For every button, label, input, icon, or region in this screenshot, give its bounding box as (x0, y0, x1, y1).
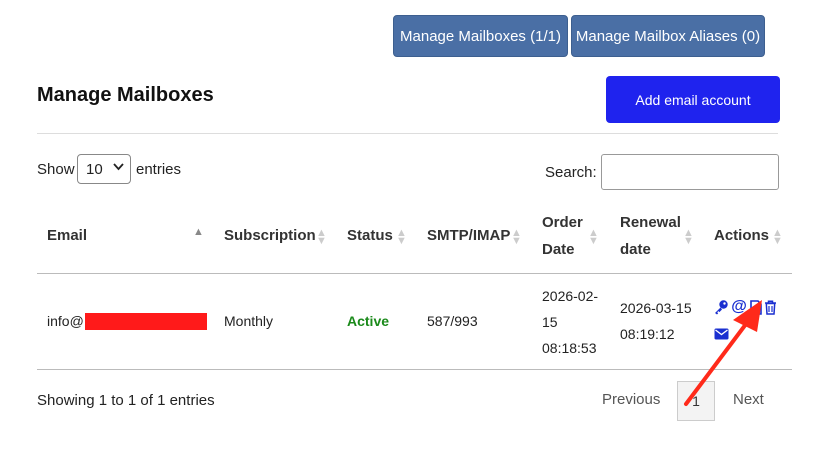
row-order-date-line2: 15 (542, 314, 558, 330)
envelope-icon[interactable] (713, 327, 729, 341)
header-subscription[interactable]: Subscription (224, 222, 316, 249)
table-header-divider (37, 273, 792, 274)
sort-icon[interactable]: ▲ ▼ (683, 228, 694, 247)
chevron-down-icon (113, 163, 124, 174)
row-status-badge: Active (347, 313, 390, 329)
search-label: Search: (545, 164, 597, 181)
row-order-date-line1: 2026-02- (542, 288, 599, 304)
row-order-time: 08:18:53 (542, 340, 597, 356)
row-smtp-imap: 587/993 (427, 313, 478, 329)
entries-select[interactable]: 10 (77, 154, 131, 184)
header-renewal-date-line2[interactable]: date (620, 236, 651, 263)
header-actions: Actions (714, 227, 770, 244)
search-input[interactable] (601, 154, 779, 190)
sort-icon[interactable]: ▲ ▼ (396, 228, 407, 247)
row-renewal-time: 08:19:12 (620, 326, 675, 342)
entries-select-value: 10 (86, 160, 103, 178)
header-smtp-imap[interactable]: SMTP/IMAP (427, 222, 510, 249)
entries-label: entries (136, 161, 182, 178)
section-title: Manage Mailboxes (37, 84, 214, 106)
sort-asc-icon[interactable]: ▲ (193, 227, 204, 238)
table-bottom-divider (37, 369, 792, 370)
pagination-info: Showing 1 to 1 of 1 entries (37, 392, 215, 409)
trash-icon[interactable] (763, 299, 777, 315)
header-email[interactable]: Email (47, 222, 87, 249)
page-1-button[interactable]: 1 (677, 381, 715, 421)
show-label: Show (37, 161, 75, 178)
next-page-button[interactable]: Next (733, 391, 764, 408)
previous-page-button[interactable]: Previous (602, 391, 660, 408)
sort-icon[interactable]: ▲ ▼ (316, 228, 327, 247)
at-icon[interactable]: @ (731, 298, 747, 316)
row-email: info@ (47, 313, 84, 329)
header-renewal-date-line1[interactable]: Renewal (620, 209, 681, 236)
manage-mailboxes-button[interactable]: Manage Mailboxes (1/1) (393, 15, 568, 57)
sort-icon[interactable]: ▲ ▼ (511, 228, 522, 247)
sort-icon: ▲ ▼ (772, 227, 783, 247)
manage-mailbox-aliases-button[interactable]: Manage Mailbox Aliases (0) (571, 15, 765, 57)
row-renewal-date: 2026-03-15 (620, 300, 692, 316)
header-order-date-line1[interactable]: Order (542, 209, 583, 236)
key-icon[interactable] (713, 299, 729, 315)
row-subscription: Monthly (224, 313, 274, 329)
redaction-box (85, 313, 207, 330)
section-divider (37, 133, 778, 134)
add-email-account-button[interactable]: Add email account (606, 76, 780, 123)
file-icon[interactable] (749, 299, 763, 315)
header-order-date-line2[interactable]: Date (542, 236, 575, 263)
header-status[interactable]: Status (347, 222, 393, 249)
sort-icon[interactable]: ▲ ▼ (588, 228, 599, 247)
